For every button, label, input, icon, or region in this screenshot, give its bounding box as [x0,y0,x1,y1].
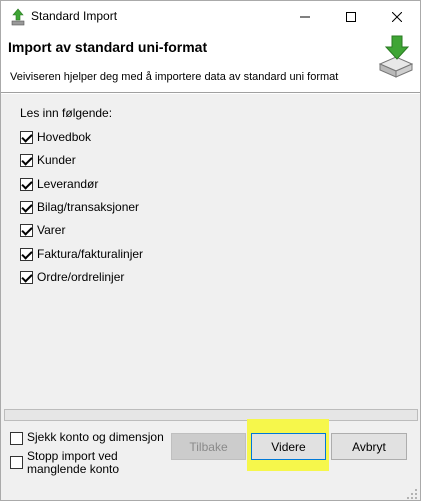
title-bar[interactable]: Standard Import [1,1,420,32]
header-subtitle: Veiviseren hjelper deg med å importere d… [10,71,339,83]
import-progress-bar [4,409,418,421]
next-button[interactable]: Videre [251,433,326,460]
back-button[interactable]: Tilbake [171,433,246,460]
maximize-icon [346,11,356,22]
header-title: Import av standard uni-format [8,39,208,55]
checkbox-box[interactable] [10,432,23,445]
checkbox-label: Kunder [37,153,76,167]
window-title: Standard Import [31,9,118,23]
checkbox-box[interactable] [20,270,33,284]
close-icon [392,11,402,22]
checkbox-box[interactable] [20,223,33,237]
close-button[interactable] [374,1,420,32]
checkbox-box[interactable] [20,200,33,214]
import-download-icon [378,35,414,78]
stop-import-label: Stopp import ved manglende konto [27,450,119,476]
wizard-content: Les inn følgende: Hovedbok Kunder Levera… [1,96,420,408]
stop-import-checkbox[interactable]: Stopp import ved manglende konto [10,450,119,476]
checkbox-label: Bilag/transaksjoner [37,200,140,214]
checkbox-box[interactable] [20,153,33,167]
checkbox-label: Varer [37,223,66,237]
checkbox-faktura[interactable]: Faktura/fakturalinjer [20,246,143,262]
check-account-checkbox[interactable]: Sjekk konto og dimensjon [10,431,164,445]
minimize-icon [300,16,310,17]
checkbox-label: Hovedbok [37,130,92,144]
checkbox-bilag[interactable]: Bilag/transaksjoner [20,199,139,215]
checkbox-label: Leverandør [37,177,99,191]
minimize-button[interactable] [282,1,328,32]
header-divider [1,92,420,94]
checkbox-box[interactable] [20,177,33,191]
checkbox-varer[interactable]: Varer [20,222,65,238]
checkbox-box[interactable] [20,247,33,261]
resize-grip-icon[interactable] [405,487,419,501]
cancel-button[interactable]: Avbryt [331,433,407,460]
import-wizard-window: Standard Import Import av standard uni-f… [0,0,421,501]
wizard-header: Import av standard uni-format Veiviseren… [1,32,420,92]
checkbox-leverandor[interactable]: Leverandør [20,176,98,192]
check-account-label: Sjekk konto og dimensjon [27,430,164,444]
checkbox-kunder[interactable]: Kunder [20,152,76,168]
import-list-heading: Les inn følgende: [20,106,113,120]
app-icon [11,8,25,26]
checkbox-hovedbok[interactable]: Hovedbok [20,129,91,145]
stop-import-label-line1: Stopp import ved [27,449,118,463]
checkbox-label: Faktura/fakturalinjer [37,247,144,261]
checkbox-box[interactable] [10,456,23,469]
checkbox-label: Ordre/ordrelinjer [37,270,125,284]
maximize-button[interactable] [328,1,374,32]
checkbox-ordre[interactable]: Ordre/ordrelinjer [20,269,124,285]
stop-import-label-line2: manglende konto [27,462,120,476]
checkbox-box[interactable] [20,130,33,144]
